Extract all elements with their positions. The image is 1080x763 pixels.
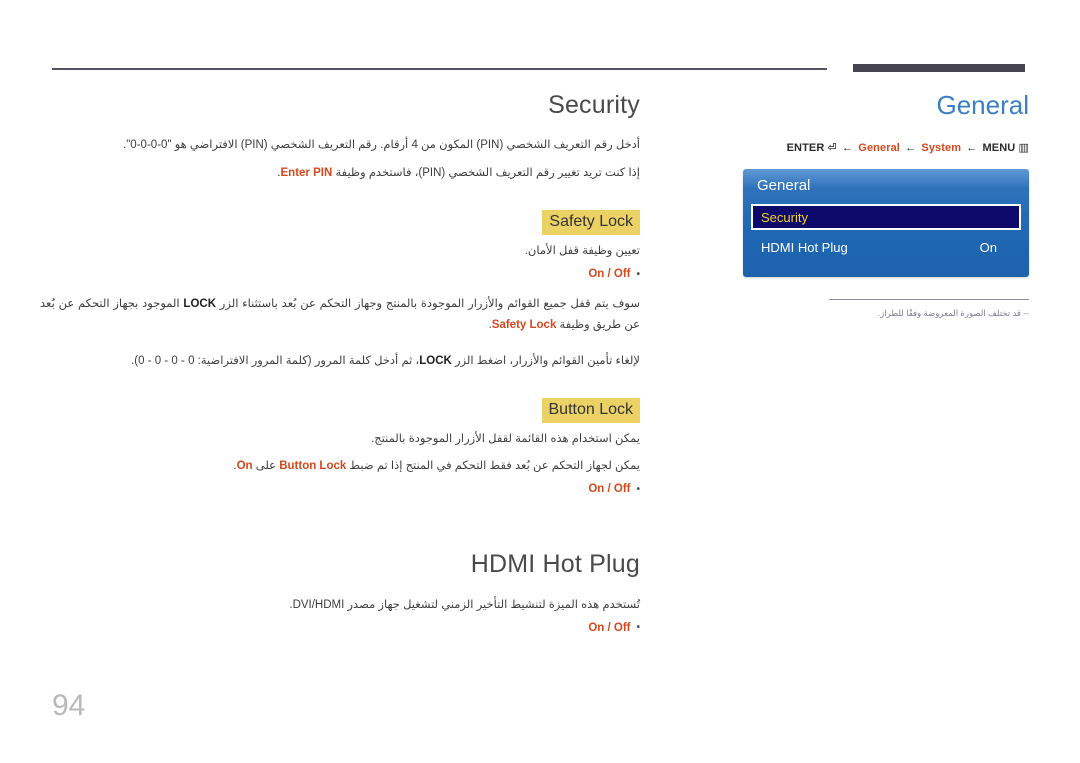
enter-pin-reference: Enter PIN xyxy=(280,166,333,179)
safety-lock-paragraph-2: لإلغاء تأمين القوائم والأزرار، اضغط الزر… xyxy=(40,351,640,372)
main-content: Security أدخل رقم التعريف الشخصي (PIN) ا… xyxy=(40,90,640,634)
button-lock-options: • On / Off xyxy=(40,483,640,495)
safety-lock-description: تعيين وظيفة قفل الأمان. xyxy=(524,244,640,257)
safety-lock-option-values: On / Off xyxy=(588,268,631,281)
button-lock-d2-b: على xyxy=(252,460,280,473)
button-lock-on-value: On xyxy=(236,460,253,473)
menu-key-icon: ▥ xyxy=(1018,141,1029,155)
breadcrumb-item-system: System xyxy=(921,142,962,155)
lock-button-reference-1: LOCK xyxy=(183,298,217,311)
chapter-heading-general: General xyxy=(936,90,1030,120)
safety-lock-reference: Safety Lock xyxy=(491,319,557,332)
security-para2-text-a: إذا كنت تريد تغيير رقم التعريف الشخصي (P… xyxy=(332,166,640,179)
button-lock-reference: Button Lock xyxy=(279,460,347,473)
security-default-pin: 0-0-0-0 xyxy=(130,139,168,152)
breadcrumb-arrow-icon: ← xyxy=(905,142,917,155)
safety-lock-heading-wrap: Safety Lock xyxy=(40,209,640,235)
model-variation-note: -- قد تختلف الصورة المعروضة وفقًا للطراز… xyxy=(877,308,1029,319)
button-lock-description-2: يمكن لجهاز التحكم عن بُعد فقط التحكم في … xyxy=(40,456,640,477)
bullet-dot-icon: • xyxy=(636,622,640,634)
page-title-hdmi-hot-plug: HDMI Hot Plug xyxy=(470,550,640,579)
note-divider xyxy=(829,299,1029,301)
osd-row-hdmi-hot-plug[interactable]: HDMI Hot Plug On xyxy=(751,234,1021,260)
safety-lock-options: • On / Off xyxy=(40,268,640,280)
hdmi-hot-plug-options: • On / Off xyxy=(40,622,640,634)
breadcrumb-item-general: General xyxy=(858,142,900,155)
page-number: 94 xyxy=(52,689,86,722)
breadcrumb-enter-label: ENTER xyxy=(786,142,825,155)
osd-row-label: HDMI Hot Plug xyxy=(761,239,848,255)
safety-lock-heading: Safety Lock xyxy=(542,209,640,235)
sidebar-panel: General ENTER ⏎ ← General ← System ← MEN… xyxy=(739,90,1029,321)
button-lock-option-values: On / Off xyxy=(588,483,631,496)
hdmi-hot-plug-option-values: On / Off xyxy=(588,621,631,634)
button-lock-heading: Button Lock xyxy=(541,397,640,423)
button-lock-heading-wrap: Button Lock xyxy=(40,397,640,423)
breadcrumb-arrow-icon: ← xyxy=(966,142,978,155)
safety-lock-p2-a: لإلغاء تأمين القوائم والأزرار، اضغط الزر xyxy=(451,354,640,367)
hdmi-hot-plug-description: تُستخدم هذه الميزة لتنشيط التأخير الزمني… xyxy=(289,598,640,611)
breadcrumb-item-menu: MENU xyxy=(982,142,1016,155)
header-divider-left xyxy=(52,68,827,70)
button-lock-d2-a: يمكن لجهاز التحكم عن بُعد فقط التحكم في … xyxy=(346,460,640,473)
safety-lock-paragraph-1: سوف يتم قفل جميع القوائم والأزرار الموجو… xyxy=(40,294,640,337)
breadcrumb-arrow-icon: ← xyxy=(842,142,854,155)
safety-lock-p2-b: ، ثم أدخل كلمة المرور (كلمة المرور الافت… xyxy=(131,354,420,367)
security-paragraph-2: إذا كنت تريد تغيير رقم التعريف الشخصي (P… xyxy=(40,163,640,184)
page-title-security: Security xyxy=(548,91,640,119)
lock-button-reference-2: LOCK xyxy=(419,354,452,367)
bullet-dot-icon: • xyxy=(636,483,640,495)
osd-row-label: Security xyxy=(761,209,808,225)
bullet-dot-icon: • xyxy=(636,268,640,280)
security-para1-text-a: أدخل رقم التعريف الشخصي (PIN) المكون من … xyxy=(167,139,640,152)
button-lock-description-1: يمكن استخدام هذه القائمة لقفل الأزرار ال… xyxy=(371,432,640,445)
osd-row-security[interactable]: Security xyxy=(751,204,1021,231)
osd-panel-title: General xyxy=(757,177,811,195)
breadcrumb: ENTER ⏎ ← General ← System ← MENU ▥ xyxy=(739,141,1029,154)
osd-panel: General Security HDMI Hot Plug On xyxy=(743,169,1029,278)
osd-row-value: On xyxy=(979,239,997,255)
enter-key-icon: ⏎ xyxy=(827,141,837,155)
security-paragraph-1: أدخل رقم التعريف الشخصي (PIN) المكون من … xyxy=(40,135,640,156)
header-bar-right xyxy=(853,64,1025,72)
safety-lock-p1-a: سوف يتم قفل جميع القوائم والأزرار الموجو… xyxy=(216,298,640,311)
